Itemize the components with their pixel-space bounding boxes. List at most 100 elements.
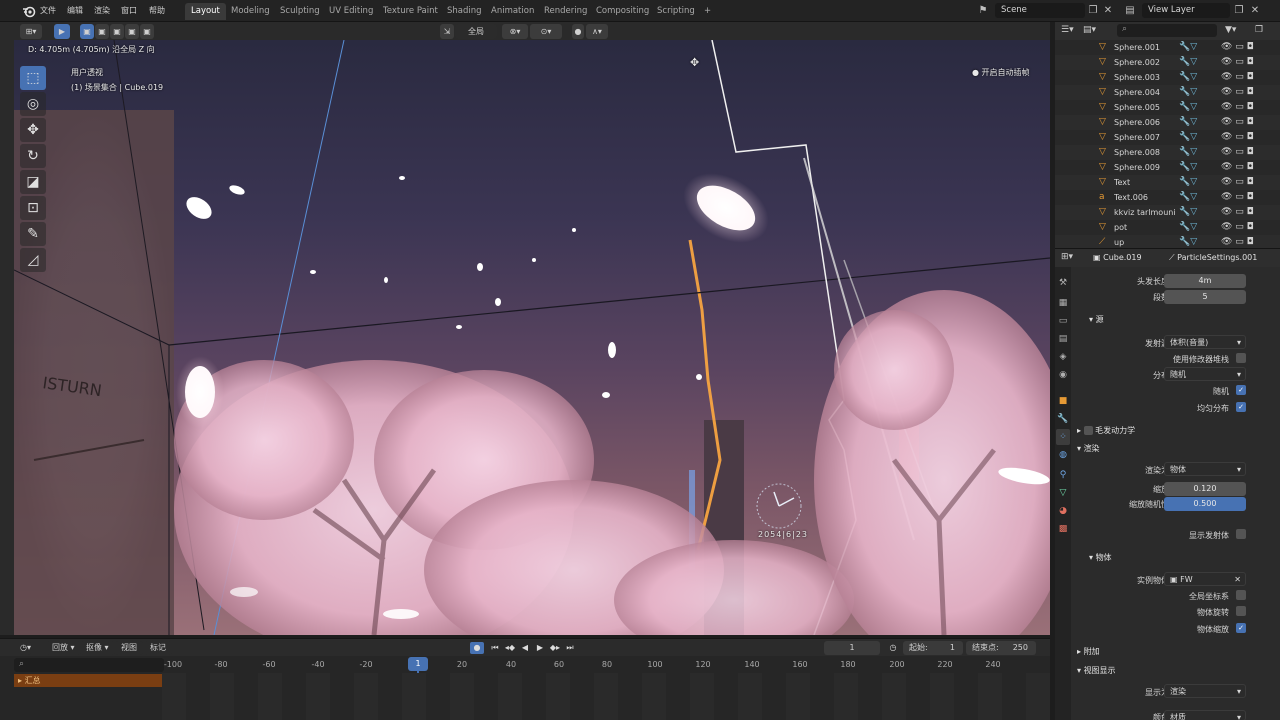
current-frame-indicator[interactable]: 1 xyxy=(408,657,428,671)
outliner-row[interactable]: ▽ Sphere.005 🔧▽ 👁 ▭ ◘ xyxy=(1055,100,1280,115)
modifier-tab-icon[interactable]: 🔧 xyxy=(1056,411,1070,427)
modifier-icon[interactable]: 🔧▽ xyxy=(1179,100,1197,115)
clear-icon[interactable]: ✕ xyxy=(1234,573,1241,587)
play-reverse-icon[interactable]: ◀ xyxy=(518,642,532,654)
segments-field[interactable]: 5 xyxy=(1164,290,1246,304)
keying-menu[interactable]: 抠像 ▾ xyxy=(80,641,115,655)
outliner-item-name[interactable]: Sphere.001 xyxy=(1114,40,1160,55)
hair-length-field[interactable]: 4m xyxy=(1164,274,1246,288)
marker-menu[interactable]: 标记 xyxy=(144,641,172,655)
outliner-item-name[interactable]: Text xyxy=(1114,175,1130,190)
select-box-intersect-icon[interactable]: ▣ xyxy=(140,24,154,39)
editor-type-icon[interactable]: ⊞▾ xyxy=(20,24,42,39)
view-layer-icon[interactable]: ▤ xyxy=(1123,4,1137,18)
modifier-icon[interactable]: 🔧▽ xyxy=(1179,190,1197,205)
outliner-item-name[interactable]: pot xyxy=(1114,220,1127,235)
distribution-dropdown[interactable]: 随机 ▾ xyxy=(1164,367,1246,381)
falloff-icon[interactable]: ∧▾ xyxy=(586,24,608,39)
new-scene-icon[interactable]: ❐ xyxy=(1086,4,1100,18)
object-section[interactable]: ▾ 物体 xyxy=(1089,552,1112,563)
outliner-item-name[interactable]: Sphere.008 xyxy=(1114,145,1160,160)
move-tool-icon[interactable]: ✥ xyxy=(20,118,46,142)
transform-tool-icon[interactable]: ⊡ xyxy=(20,196,46,220)
visibility-icon[interactable]: 👁 ▭ ◘ xyxy=(1221,100,1254,115)
tab-compositing[interactable]: Compositing xyxy=(590,3,655,20)
modifier-icon[interactable]: 🔧▽ xyxy=(1179,115,1197,130)
cursor-tool-icon[interactable]: ◎ xyxy=(20,92,46,116)
even-distribution-checkbox[interactable]: ✓ xyxy=(1236,402,1246,412)
outliner-item-name[interactable]: Sphere.002 xyxy=(1114,55,1160,70)
object-rotation-checkbox[interactable] xyxy=(1236,606,1246,616)
material-tab-icon[interactable]: ◕ xyxy=(1056,503,1070,519)
output-tab-icon[interactable]: ▭ xyxy=(1056,313,1070,329)
outliner-item-name[interactable]: Sphere.003 xyxy=(1114,70,1160,85)
scale-tool-icon[interactable]: ◪ xyxy=(20,170,46,194)
scene-field[interactable]: Scene xyxy=(995,3,1085,18)
use-modifier-stack-checkbox[interactable] xyxy=(1236,353,1246,363)
random-checkbox[interactable]: ✓ xyxy=(1236,385,1246,395)
outliner-item-name[interactable]: Sphere.009 xyxy=(1114,160,1160,175)
dopesheet-area[interactable] xyxy=(162,673,1050,720)
physics-tab-icon[interactable]: ◍ xyxy=(1056,447,1070,463)
blender-logo-icon[interactable] xyxy=(22,4,36,18)
outliner-item-name[interactable]: Sphere.004 xyxy=(1114,85,1160,100)
visibility-icon[interactable]: 👁 ▭ ◘ xyxy=(1221,220,1254,235)
tab-sculpting[interactable]: Sculpting xyxy=(274,3,326,20)
instance-object-field[interactable]: ▣ FW ✕ xyxy=(1164,572,1246,586)
outliner-item-name[interactable]: Sphere.007 xyxy=(1114,130,1160,145)
visibility-icon[interactable]: 👁 ▭ ◘ xyxy=(1221,85,1254,100)
outliner-row[interactable]: ▽ Sphere.006 🔧▽ 👁 ▭ ◘ xyxy=(1055,115,1280,130)
show-emitter-checkbox[interactable] xyxy=(1236,529,1246,539)
jump-start-icon[interactable]: ⏮ xyxy=(488,642,502,654)
select-mode-icon[interactable]: ▶ xyxy=(54,24,70,39)
visibility-icon[interactable]: 👁 ▭ ◘ xyxy=(1221,115,1254,130)
render-tab-icon[interactable]: ▦ xyxy=(1056,295,1070,311)
object-name[interactable]: ▣ Cube.019 xyxy=(1093,253,1142,262)
data-tab-icon[interactable]: ▽ xyxy=(1056,485,1070,501)
pivot-point-icon[interactable]: ⊗▾ xyxy=(502,24,528,39)
start-frame-field[interactable]: 起始: 1 xyxy=(903,641,963,655)
outliner-row[interactable]: ▽ Text 🔧▽ 👁 ▭ ◘ xyxy=(1055,175,1280,190)
modifier-icon[interactable]: 🔧▽ xyxy=(1179,130,1197,145)
record-button[interactable]: ● xyxy=(470,642,484,654)
scale-random-field[interactable]: 0.500 xyxy=(1164,497,1246,511)
world-tab-icon[interactable]: ◉ xyxy=(1056,367,1070,383)
visibility-icon[interactable]: 👁 ▭ ◘ xyxy=(1221,175,1254,190)
orientation-icon[interactable]: ⇲ xyxy=(440,24,454,39)
outliner-item-name[interactable]: Sphere.006 xyxy=(1114,115,1160,130)
tab-layout[interactable]: Layout xyxy=(185,3,226,20)
outliner-item-name[interactable]: kkviz tarlmounia elliptica_0 xyxy=(1114,205,1176,220)
measure-tool-icon[interactable]: ◿ xyxy=(20,248,46,272)
object-scale-checkbox[interactable]: ✓ xyxy=(1236,623,1246,633)
tab-shading[interactable]: Shading xyxy=(441,3,488,20)
extra-section[interactable]: ▸ 附加 xyxy=(1077,646,1100,657)
source-section[interactable]: ▾ 源 xyxy=(1089,314,1104,325)
rotate-tool-icon[interactable]: ↻ xyxy=(20,144,46,168)
snap-icon[interactable]: ⊙▾ xyxy=(530,24,562,39)
add-workspace-button[interactable]: + xyxy=(698,3,717,20)
color-dropdown[interactable]: 材质 ▾ xyxy=(1164,710,1246,720)
tab-rendering[interactable]: Rendering xyxy=(538,3,593,20)
preview-range-icon[interactable]: ◷ xyxy=(886,642,900,654)
timeline-search-input[interactable]: ⌕ xyxy=(14,658,164,672)
outliner-row[interactable]: ▽ kkviz tarlmounia elliptica_0🔧▽ 👁 ▭ ◘ xyxy=(1055,205,1280,220)
proportional-edit-icon[interactable]: ● xyxy=(572,24,584,39)
visibility-icon[interactable]: 👁 ▭ ◘ xyxy=(1221,190,1254,205)
outliner-item-name[interactable]: Sphere.005 xyxy=(1114,100,1160,115)
hair-dynamics-checkbox[interactable] xyxy=(1083,426,1093,435)
delete-view-layer-icon[interactable]: ✕ xyxy=(1248,4,1262,18)
play-icon[interactable]: ▶ xyxy=(533,642,547,654)
modifier-icon[interactable]: 🔧▽ xyxy=(1179,85,1197,100)
playback-menu[interactable]: 回放 ▾ xyxy=(46,641,81,655)
annotate-tool-icon[interactable]: ✎ xyxy=(20,222,46,246)
end-frame-field[interactable]: 结束点: 250 xyxy=(966,641,1036,655)
visibility-icon[interactable]: 👁 ▭ ◘ xyxy=(1221,55,1254,70)
select-box-new-icon[interactable]: ▣ xyxy=(80,24,94,39)
menu-edit[interactable]: 编辑 xyxy=(67,5,83,16)
outliner-row[interactable]: ▽ Sphere.003 🔧▽ 👁 ▭ ◘ xyxy=(1055,70,1280,85)
constraints-tab-icon[interactable]: ⚲ xyxy=(1056,467,1070,483)
new-view-layer-icon[interactable]: ❐ xyxy=(1232,4,1246,18)
visibility-icon[interactable]: 👁 ▭ ◘ xyxy=(1221,160,1254,175)
outliner-row[interactable]: ▽ pot 🔧▽ 👁 ▭ ◘ xyxy=(1055,220,1280,235)
timeline-ruler[interactable]: -100-80-60-40-20120406080100120140160180… xyxy=(162,656,1050,672)
